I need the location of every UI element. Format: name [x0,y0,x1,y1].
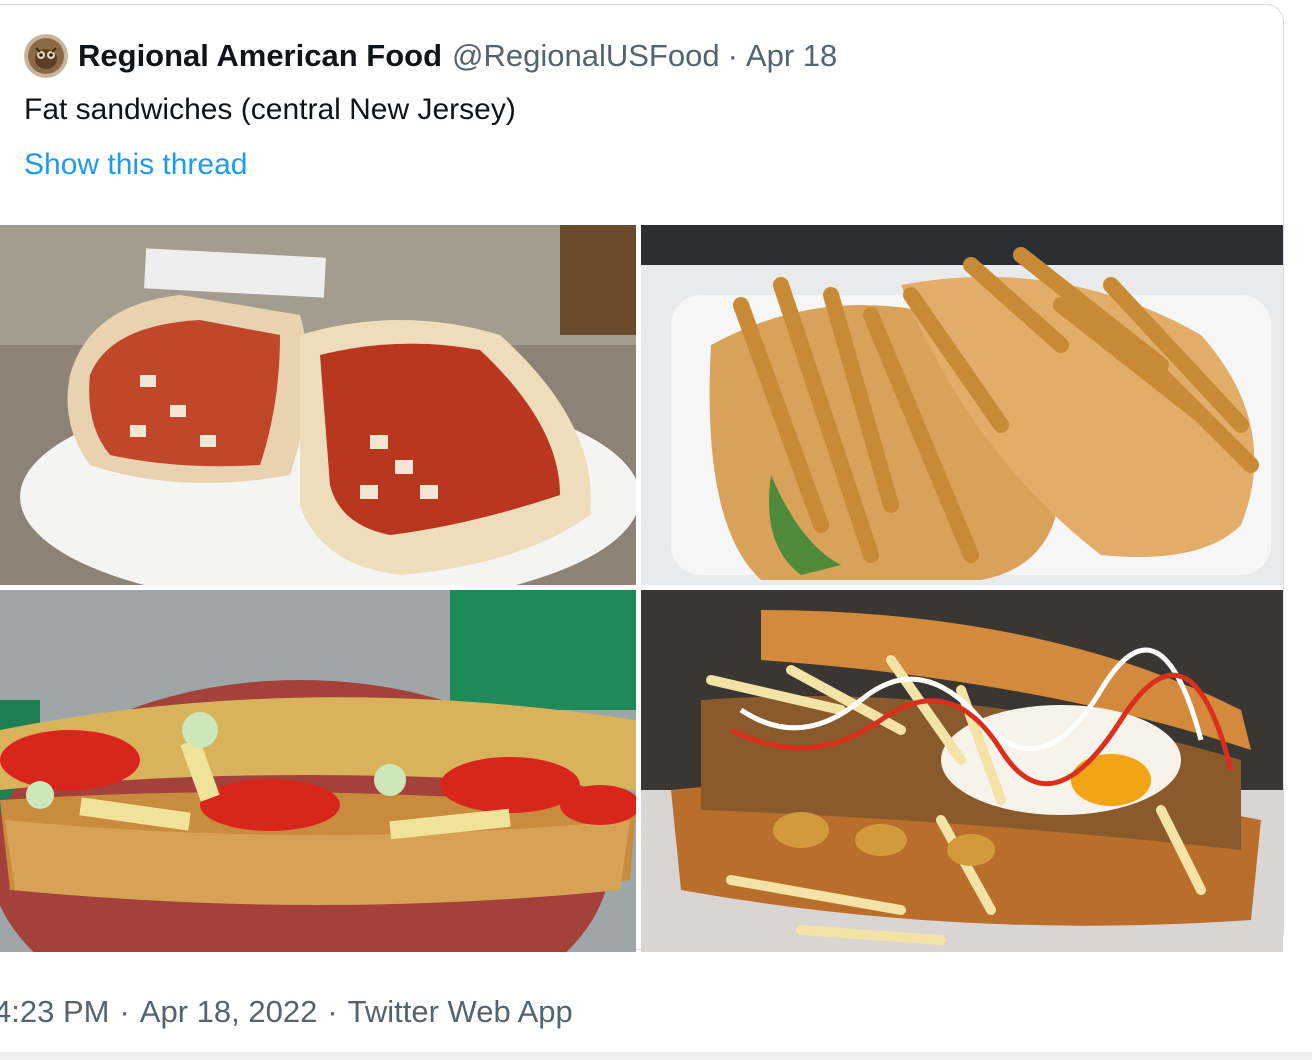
footer-time-link[interactable]: 4:23 PM [0,994,109,1029]
tweet-text: Fat sandwiches (central New Jersey) [24,93,516,126]
sandwich-fries-cheesesteak-photo[interactable] [641,225,1283,585]
divider [0,1052,1312,1060]
footer-date-link[interactable]: Apr 18, 2022 [140,994,318,1029]
author-display-name[interactable]: Regional American Food [78,38,442,74]
sandwich-chicken-marinara-photo[interactable] [0,225,636,585]
tweet-footer: 4:23 PM · Apr 18, 2022 · Twitter Web App [0,994,573,1030]
header-separator: · [727,38,738,73]
footer-separator: · [119,994,130,1029]
footer-separator: · [327,994,338,1029]
tweet-date-link[interactable]: Apr 18 [746,38,837,74]
sandwich-egg-fries-sauce-photo[interactable] [641,590,1283,952]
author-handle[interactable]: @RegionalUSFood [452,38,720,74]
owl-avatar-icon[interactable] [24,34,68,78]
tweet-header: Regional American Food @RegionalUSFood ·… [24,34,837,78]
show-thread-link[interactable]: Show this thread [24,148,247,182]
footer-source-link[interactable]: Twitter Web App [348,994,573,1029]
sandwich-tomato-lettuce-photo[interactable] [0,590,636,952]
